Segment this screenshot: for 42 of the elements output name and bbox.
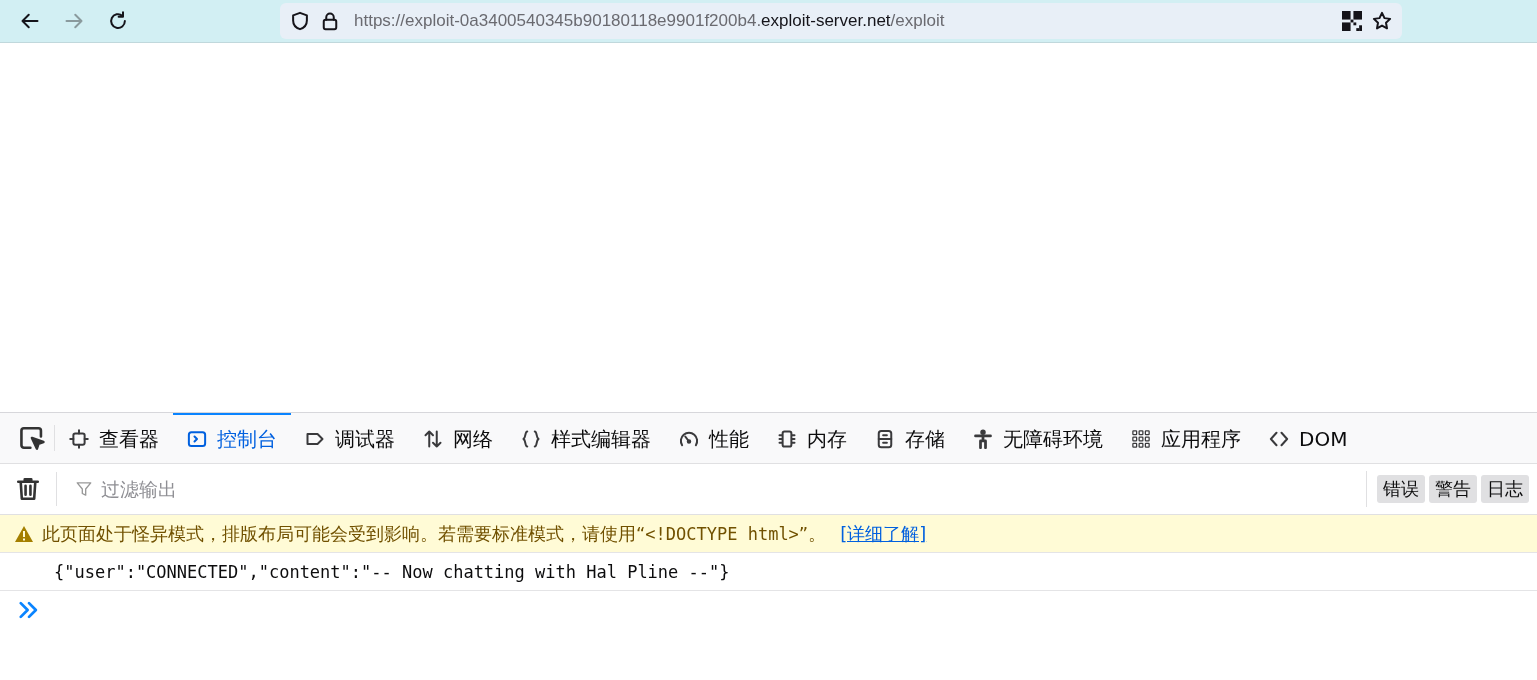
- forward-arrow-icon: [64, 11, 84, 31]
- person-icon: [973, 429, 993, 449]
- devtools-tab[interactable]: 查看器: [55, 413, 173, 463]
- warning-icon: [14, 524, 34, 543]
- file-cabinet-icon: [875, 429, 895, 449]
- log-level-filter-button[interactable]: 警告: [1429, 475, 1477, 503]
- devtools-tab[interactable]: 内存: [763, 413, 861, 463]
- funnel-icon: [75, 480, 93, 498]
- filter-output-field[interactable]: 过滤输出: [99, 477, 1366, 501]
- devtools-tab[interactable]: 应用程序: [1117, 413, 1255, 463]
- code-brackets-icon: [1269, 429, 1289, 449]
- devtools-tab[interactable]: 控制台: [173, 413, 291, 463]
- log-level-filter-button[interactable]: 错误: [1377, 475, 1425, 503]
- chevron-prompt-icon: [18, 599, 40, 621]
- cursor-in-box-icon: [19, 425, 45, 451]
- log-level-filter-button[interactable]: 日志: [1481, 475, 1529, 503]
- devtools-tab[interactable]: 样式编辑器: [507, 413, 665, 463]
- address-bar[interactable]: https://exploit-0a3400540345b90180118e9901f200b4.exploit-server.net/exploit: [280, 3, 1402, 39]
- devtools-tab[interactable]: 调试器: [291, 413, 409, 463]
- shield-icon: [290, 11, 310, 31]
- devtools-tab[interactable]: DOM: [1255, 413, 1362, 463]
- devtools-tab[interactable]: 性能: [665, 413, 763, 463]
- up-down-arrows-icon: [423, 429, 443, 449]
- back-arrow-icon: [20, 11, 40, 31]
- curly-braces-icon: [521, 429, 541, 449]
- star-icon: [1372, 11, 1392, 31]
- trash-icon: [15, 476, 41, 502]
- lock-icon: [320, 11, 340, 31]
- devtools-tab[interactable]: 网络: [409, 413, 507, 463]
- console-prompt-icon: [187, 429, 207, 449]
- gauge-icon: [679, 429, 699, 449]
- qr-code-icon[interactable]: [1342, 11, 1362, 31]
- grid-icon: [1131, 429, 1151, 449]
- devtools-tab[interactable]: 存储: [861, 413, 959, 463]
- learn-more-link[interactable]: [详细了解]: [840, 521, 927, 546]
- log-message: {"user":"CONNECTED","content":"-- Now chatting with Hal Pline --"}: [54, 561, 730, 582]
- url-text: https://exploit-0a3400540345b90180118e9901f200b4.exploit-server.net/exploit: [354, 11, 945, 31]
- warning-message: 此页面处于怪异模式，排版布局可能会受到影响。若需要标准模式，请使用“<!DOCTYPE html>”。: [42, 521, 827, 546]
- chip-icon: [777, 429, 797, 449]
- devtools-tab[interactable]: 无障碍环境: [959, 413, 1117, 463]
- reload-icon: [108, 11, 128, 31]
- crosshair-square-icon: [69, 429, 89, 449]
